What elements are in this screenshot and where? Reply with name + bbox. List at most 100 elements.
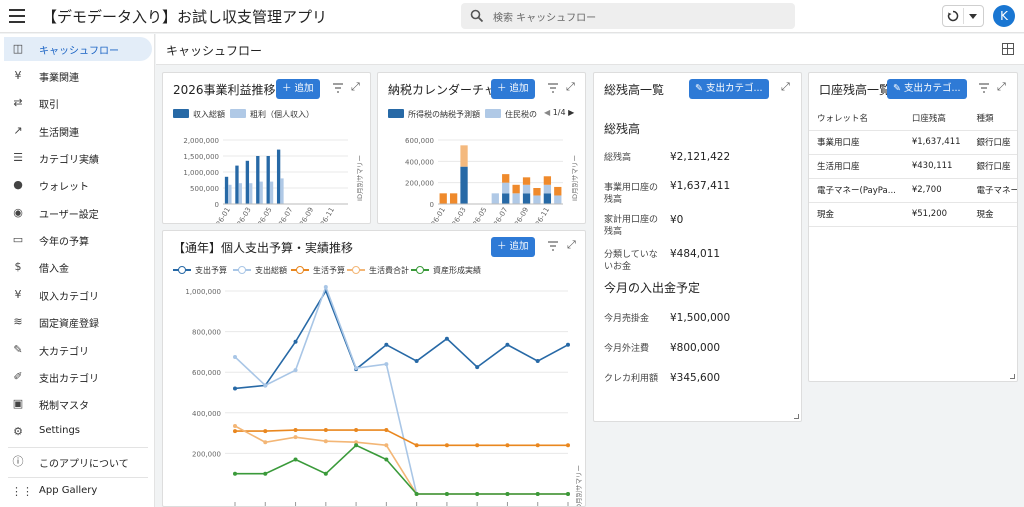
bar (533, 195, 541, 204)
table-cell: ¥430,111 (903, 154, 969, 179)
pager-next-icon[interactable]: ▶ (568, 108, 574, 117)
sidebar-item-label: 借入金 (39, 264, 69, 275)
table-cell: 銀行口座 (968, 154, 1017, 179)
column-header[interactable]: 種類 (968, 106, 1017, 131)
bar (266, 156, 270, 204)
data-point (354, 428, 359, 433)
data-point (444, 336, 449, 341)
bar (554, 195, 562, 204)
data-point (293, 368, 298, 373)
expand-icon[interactable]: ⤢ (567, 239, 579, 251)
legend-item[interactable]: 資産形成実績 (411, 265, 481, 276)
y-tick-label: 1,000,000 (185, 288, 221, 296)
sidebar-item-cashflow[interactable]: ◫ キャッシュフロー (4, 37, 152, 61)
sidebar-item-living[interactable]: ↗ 生活関連 (4, 119, 152, 143)
table-row[interactable]: 現金 ¥51,200 現金 (809, 202, 1017, 227)
bar (235, 165, 239, 204)
resize-handle[interactable] (1010, 374, 1015, 379)
sidebar-item-app-gallery[interactable]: ⋮⋮ App Gallery (4, 480, 152, 504)
legend-item[interactable]: 生活予算 (291, 265, 345, 276)
column-header[interactable]: ウォレット名 (809, 106, 904, 131)
sidebar-item-wallet[interactable]: ● ウォレット (4, 173, 152, 197)
sidebar-item-transactions[interactable]: ⇄ 取引 (4, 91, 152, 115)
legend-swatch (347, 265, 365, 275)
table-row[interactable]: 電子マネー(PayPa... ¥2,700 電子マネー (809, 178, 1017, 203)
sidebar-item-label: ユーザー設定 (39, 210, 99, 221)
sidebar-item-about[interactable]: ⓘ このアプリについて (4, 450, 152, 474)
legend-item[interactable]: 支出総額 (233, 265, 287, 276)
sidebar-item-expense-category[interactable]: ✐ 支出カテゴリ (4, 365, 152, 389)
search-box[interactable]: 検索 キャッシュフロー (461, 3, 795, 29)
avatar[interactable]: K (993, 5, 1015, 27)
legend-label: 収入総額 (193, 110, 225, 119)
data-point (475, 443, 480, 448)
y-tick-label: 600,000 (192, 369, 221, 377)
pager-prev-icon[interactable]: ◀ (544, 108, 550, 117)
card-title: 【通年】個人支出予算・実績推移 (173, 241, 354, 255)
filter-icon[interactable] (548, 241, 558, 251)
data-point (475, 492, 480, 496)
expand-icon[interactable]: ⤢ (351, 81, 363, 93)
layout-grid-icon[interactable] (1002, 43, 1014, 55)
sync-button[interactable] (942, 5, 984, 27)
data-point (414, 492, 419, 496)
bar (502, 174, 510, 183)
sidebar-item-category-results[interactable]: ☰ カテゴリ実績 (4, 146, 152, 170)
add-button[interactable]: ＋ 追加 (276, 79, 320, 99)
filter-icon[interactable] (333, 83, 343, 93)
table-row[interactable]: 生活用口座 ¥430,111 銀行口座 (809, 154, 1017, 179)
schedule-label: 今月売掛金 (604, 314, 650, 324)
legend-item[interactable]: 生活費合計 (347, 265, 409, 276)
y-tick-label: 600,000 (405, 137, 434, 145)
schedule-label: 今月外注費 (604, 344, 650, 354)
tax-chart-card: 納税カレンダーチャ ＋ 追加 ⤢ 所得税の納税予測額 住民税の納 ◀ 1/4 ▶… (377, 72, 586, 224)
expand-icon[interactable]: ⤢ (781, 81, 793, 93)
table-cell: 現金 (809, 202, 904, 227)
chevron-down-icon[interactable] (969, 14, 977, 19)
bar (543, 193, 552, 204)
menu-icon[interactable] (9, 9, 25, 23)
filter-icon[interactable] (979, 83, 989, 93)
series-line (234, 284, 568, 495)
search-input[interactable]: 検索 キャッシュフロー (493, 9, 596, 24)
sidebar: ◫ キャッシュフロー ¥ 事業関連 ⇄ 取引 ↗ 生活関連 ☰ カテゴリ実績 ● ウォレット… (0, 34, 155, 507)
y-tick-label: 1,000,000 (183, 169, 219, 177)
balance-value: ¥1,637,411 (670, 180, 731, 192)
sidebar-item-budget[interactable]: ▭ 今年の予算 (4, 228, 152, 252)
sidebar-item-tax-master[interactable]: ▣ 税制マスタ (4, 392, 152, 416)
sidebar-item-settings[interactable]: ⚙ Settings (4, 420, 152, 444)
data-point (293, 339, 298, 344)
data-point (566, 443, 570, 448)
card-title: 口座残高一覧 (819, 83, 892, 97)
table-header-row: ウォレット名 口座残高 種類 (809, 106, 1017, 131)
expand-icon[interactable]: ⤢ (997, 81, 1009, 93)
sidebar-item-major-category[interactable]: ✎ 大カテゴリ (4, 338, 152, 362)
x-tick-label: 2026-05 (467, 206, 489, 224)
resize-handle[interactable] (794, 414, 799, 419)
add-button[interactable]: ＋ 追加 (491, 79, 535, 99)
data-point (293, 428, 298, 433)
expand-icon[interactable]: ⤢ (566, 81, 578, 93)
sidebar-item-user-settings[interactable]: ◉ ユーザー設定 (4, 201, 152, 225)
expense-category-button[interactable]: ✎ 支出カテゴ... (689, 79, 769, 99)
legend-item[interactable]: 支出予算 (173, 265, 227, 276)
column-header[interactable]: 口座残高 (903, 106, 969, 131)
sidebar-item-fixed-assets[interactable]: ≋ 固定資産登録 (4, 310, 152, 334)
data-point (505, 492, 510, 496)
legend-item: 粗利（個人収入） (230, 109, 314, 120)
sidebar-item-business[interactable]: ¥ 事業関連 (4, 64, 152, 88)
balance-label: 事業用口座の残高 (604, 183, 659, 205)
add-button[interactable]: ＋ 追加 (491, 237, 535, 257)
apps-icon: ⋮⋮ (11, 485, 33, 498)
filter-icon[interactable] (548, 83, 558, 93)
sidebar-item-income-category[interactable]: ¥ 収入カテゴリ (4, 283, 152, 307)
table-cell: ¥1,637,411 (903, 130, 969, 155)
sidebar-item-loans[interactable]: $ 借入金 (4, 255, 152, 279)
section-heading: 総残高 (604, 122, 641, 136)
data-point (444, 492, 449, 496)
legend-pager[interactable]: ◀ 1/4 ▶ (544, 108, 574, 117)
table-row[interactable]: 事業用口座 ¥1,637,411 銀行口座 (809, 130, 1017, 155)
expense-category-button[interactable]: ✎ 支出カテゴ... (887, 79, 967, 99)
bar (502, 182, 510, 194)
sidebar-item-label: 収入カテゴリ (39, 292, 99, 303)
